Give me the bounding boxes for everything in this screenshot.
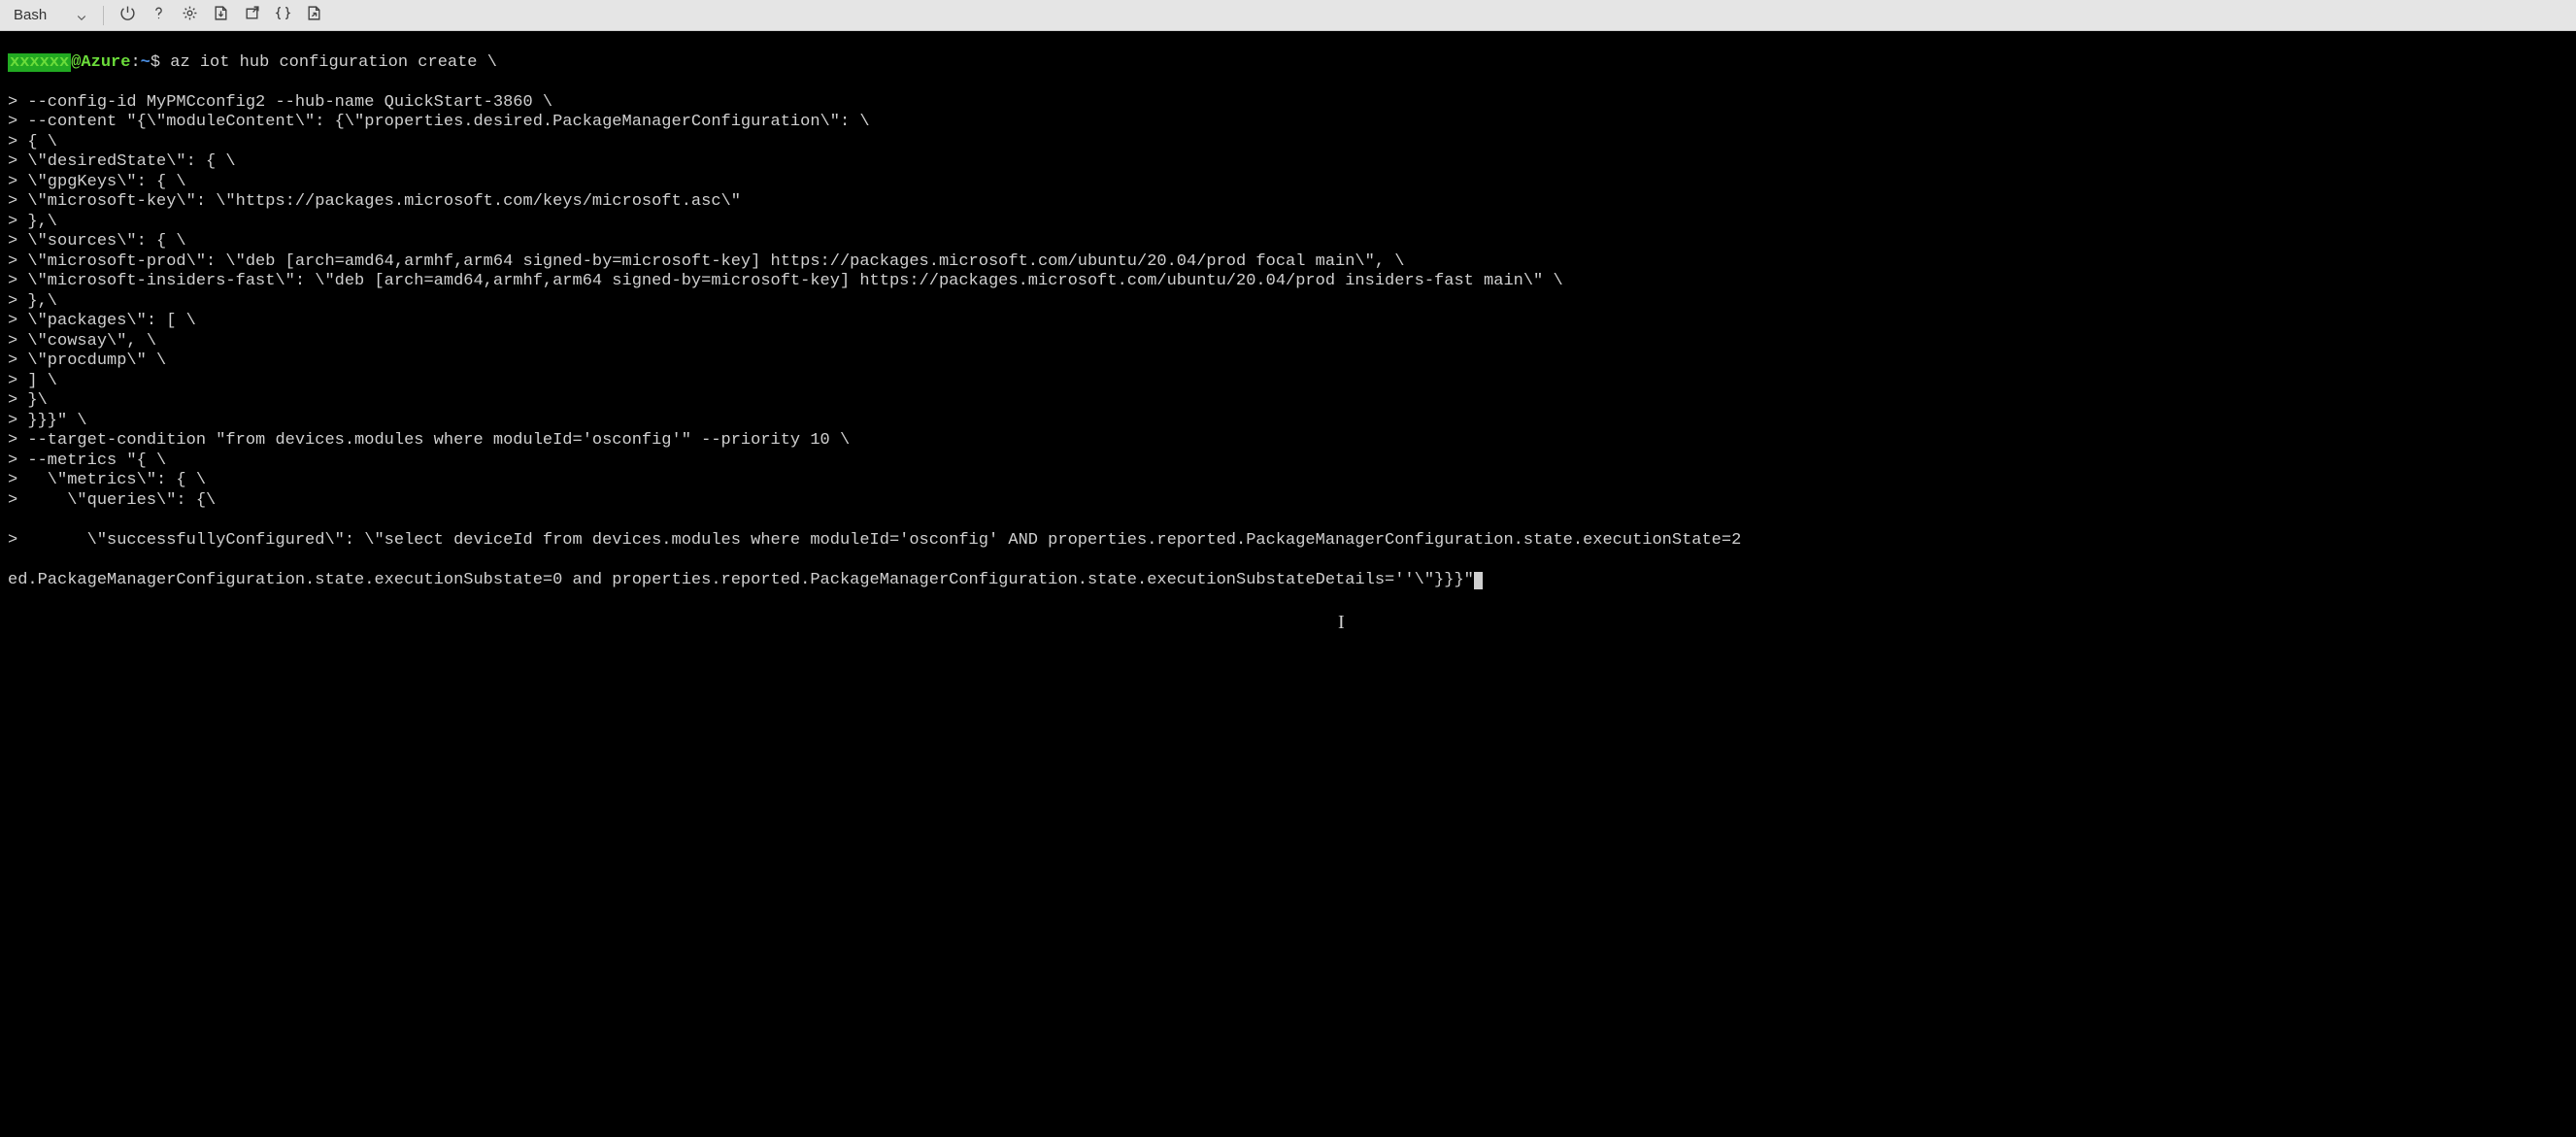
web-preview-button[interactable] <box>300 2 327 29</box>
gear-icon <box>182 5 198 26</box>
preview-icon <box>306 5 322 26</box>
text-caret-indicator: I <box>1338 613 1345 633</box>
toolbar-divider <box>103 6 104 25</box>
continuation-text: > \"procdump\" \ <box>8 351 166 370</box>
continuation-text: > \"desiredState\": { \ <box>8 152 236 171</box>
command-text: az iot hub configuration create \ <box>160 53 497 72</box>
prompt-colon: : <box>130 53 140 72</box>
continuation-text: > \"sources\": { \ <box>8 232 186 251</box>
terminal-line: > \"desiredState\": { \ <box>8 152 2572 173</box>
continuation-text: > --config-id MyPMCconfig2 --hub-name Qu… <box>8 93 552 112</box>
terminal-line: > --config-id MyPMCconfig2 --hub-name Qu… <box>8 93 2572 114</box>
upload-download-button[interactable] <box>207 2 234 29</box>
continuation-text: > \"metrics\": { \ <box>8 471 206 489</box>
braces-icon <box>275 5 291 26</box>
terminal-line: > \"sources\": { \ <box>8 232 2572 252</box>
terminal-line: > }}}" \ <box>8 412 2572 432</box>
terminal-line: > \"microsoft-insiders-fast\": \"deb [ar… <box>8 272 2572 292</box>
continuation-text: > \"microsoft-insiders-fast\": \"deb [ar… <box>8 272 1563 290</box>
continuation-text: > \"successfullyConfigured\": \"select d… <box>8 531 1741 550</box>
terminal-line: > },\ <box>8 213 2572 233</box>
shell-selector[interactable]: Bash <box>6 3 93 27</box>
prompt-at: @ <box>71 53 81 72</box>
prompt-dollar: $ <box>151 53 160 72</box>
prompt-path: ~ <box>141 53 151 72</box>
terminal-line: > }\ <box>8 391 2572 412</box>
continuation-text: > \"microsoft-key\": \"https://packages.… <box>8 192 741 211</box>
shell-selector-label: Bash <box>14 7 47 23</box>
block-cursor <box>1474 572 1483 589</box>
settings-button[interactable] <box>176 2 203 29</box>
restart-button[interactable] <box>114 2 141 29</box>
open-new-icon <box>244 5 260 26</box>
terminal-line: ed.PackageManagerConfiguration.state.exe… <box>8 571 2572 591</box>
terminal-line: xxxxxx@Azure:~$ az iot hub configuration… <box>8 53 2572 74</box>
continuation-text: > \"queries\": {\ <box>8 491 216 510</box>
continuation-text: > --target-condition "from devices.modul… <box>8 431 850 450</box>
continuation-wrap: ed.PackageManagerConfiguration.state.exe… <box>8 571 1474 589</box>
power-icon <box>119 5 136 26</box>
continuation-text: > },\ <box>8 213 57 231</box>
terminal-line: > --metrics "{ \ <box>8 451 2572 472</box>
terminal-line: > { \ <box>8 133 2572 153</box>
continuation-text: > { \ <box>8 133 57 151</box>
new-session-button[interactable] <box>238 2 265 29</box>
terminal-pane[interactable]: xxxxxx@Azure:~$ az iot hub configuration… <box>0 31 2576 1137</box>
continuation-text: > --content "{\"moduleContent\": {\"prop… <box>8 113 870 131</box>
continuation-text: > ] \ <box>8 372 57 390</box>
cloud-shell-toolbar: Bash <box>0 0 2576 31</box>
continuation-text: > \"cowsay\", \ <box>8 332 156 351</box>
continuation-text: > \"packages\": [ \ <box>8 312 196 330</box>
terminal-line: > \"packages\": [ \ <box>8 312 2572 332</box>
continuation-text: > --metrics "{ \ <box>8 451 166 470</box>
file-transfer-icon <box>213 5 229 26</box>
continuation-text: > \"gpgKeys\": { \ <box>8 173 186 191</box>
help-button[interactable] <box>145 2 172 29</box>
terminal-line: > --target-condition "from devices.modul… <box>8 431 2572 451</box>
terminal-line: > \"microsoft-key\": \"https://packages.… <box>8 192 2572 213</box>
terminal-line: > ] \ <box>8 372 2572 392</box>
terminal-line: > \"successfullyConfigured\": \"select d… <box>8 531 2572 552</box>
continuation-text: > },\ <box>8 292 57 311</box>
editor-button[interactable] <box>269 2 296 29</box>
continuation-text: > \"microsoft-prod\": \"deb [arch=amd64,… <box>8 252 1404 271</box>
continuation-text: > }\ <box>8 391 48 410</box>
prompt-user: xxxxxx <box>8 53 71 72</box>
terminal-line: > \"gpgKeys\": { \ <box>8 173 2572 193</box>
terminal-line: > \"cowsay\", \ <box>8 332 2572 352</box>
help-icon <box>151 5 167 26</box>
terminal-line: > \"procdump\" \ <box>8 351 2572 372</box>
continuation-text: > }}}" \ <box>8 412 87 430</box>
terminal-line: > \"microsoft-prod\": \"deb [arch=amd64,… <box>8 252 2572 273</box>
terminal-line: > },\ <box>8 292 2572 313</box>
terminal-line: > --content "{\"moduleContent\": {\"prop… <box>8 113 2572 133</box>
terminal-line: > \"queries\": {\ <box>8 491 2572 512</box>
terminal-line: > \"metrics\": { \ <box>8 471 2572 491</box>
chevron-down-icon <box>76 11 85 20</box>
prompt-host: Azure <box>81 53 130 72</box>
